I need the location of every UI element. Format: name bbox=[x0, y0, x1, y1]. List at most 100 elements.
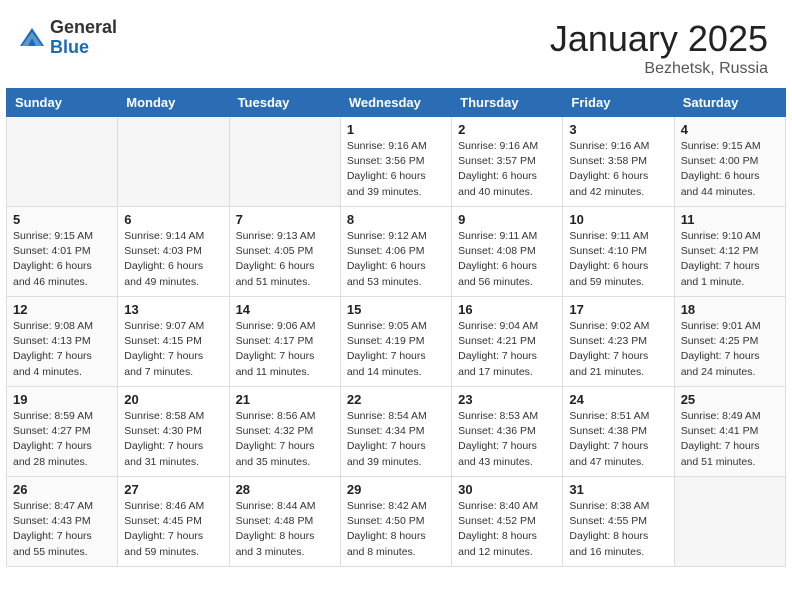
day-info: Sunrise: 9:10 AM Sunset: 4:12 PM Dayligh… bbox=[681, 229, 779, 290]
table-row: 29 Sunrise: 8:42 AM Sunset: 4:50 PM Dayli… bbox=[340, 477, 451, 567]
day-number: 14 bbox=[236, 302, 334, 317]
day-number: 7 bbox=[236, 212, 334, 227]
day-number: 22 bbox=[347, 392, 445, 407]
day-number: 21 bbox=[236, 392, 334, 407]
day-info: Sunrise: 9:16 AM Sunset: 3:57 PM Dayligh… bbox=[458, 139, 556, 200]
day-number: 12 bbox=[13, 302, 111, 317]
logo: General Blue bbox=[18, 18, 117, 58]
table-row bbox=[118, 117, 229, 207]
day-number: 18 bbox=[681, 302, 779, 317]
col-tuesday: Tuesday bbox=[229, 89, 340, 117]
table-row: 2 Sunrise: 9:16 AM Sunset: 3:57 PM Daylig… bbox=[452, 117, 563, 207]
logo-general-text: General bbox=[50, 18, 117, 38]
calendar-week-row: 26 Sunrise: 8:47 AM Sunset: 4:43 PM Dayli… bbox=[7, 477, 786, 567]
table-row: 10 Sunrise: 9:11 AM Sunset: 4:10 PM Dayli… bbox=[563, 207, 674, 297]
day-number: 5 bbox=[13, 212, 111, 227]
table-row: 31 Sunrise: 8:38 AM Sunset: 4:55 PM Dayli… bbox=[563, 477, 674, 567]
day-info: Sunrise: 8:47 AM Sunset: 4:43 PM Dayligh… bbox=[13, 499, 111, 560]
day-number: 29 bbox=[347, 482, 445, 497]
day-info: Sunrise: 9:15 AM Sunset: 4:01 PM Dayligh… bbox=[13, 229, 111, 290]
table-row: 4 Sunrise: 9:15 AM Sunset: 4:00 PM Daylig… bbox=[674, 117, 785, 207]
table-row: 14 Sunrise: 9:06 AM Sunset: 4:17 PM Dayli… bbox=[229, 297, 340, 387]
day-number: 1 bbox=[347, 122, 445, 137]
day-info: Sunrise: 9:16 AM Sunset: 3:56 PM Dayligh… bbox=[347, 139, 445, 200]
calendar-week-row: 1 Sunrise: 9:16 AM Sunset: 3:56 PM Daylig… bbox=[7, 117, 786, 207]
day-info: Sunrise: 9:11 AM Sunset: 4:10 PM Dayligh… bbox=[569, 229, 667, 290]
day-info: Sunrise: 9:11 AM Sunset: 4:08 PM Dayligh… bbox=[458, 229, 556, 290]
col-saturday: Saturday bbox=[674, 89, 785, 117]
day-info: Sunrise: 8:51 AM Sunset: 4:38 PM Dayligh… bbox=[569, 409, 667, 470]
day-number: 3 bbox=[569, 122, 667, 137]
page-header: General Blue January 2025 Bezhetsk, Russ… bbox=[0, 0, 792, 88]
day-number: 8 bbox=[347, 212, 445, 227]
table-row: 16Sunrise: 9:04 AM Sunset: 4:21 PM Dayli… bbox=[452, 297, 563, 387]
location-title: Bezhetsk, Russia bbox=[550, 60, 768, 78]
day-number: 2 bbox=[458, 122, 556, 137]
day-info: Sunrise: 9:14 AM Sunset: 4:03 PM Dayligh… bbox=[124, 229, 222, 290]
table-row: 22 Sunrise: 8:54 AM Sunset: 4:34 PM Dayli… bbox=[340, 387, 451, 477]
day-info: Sunrise: 9:07 AM Sunset: 4:15 PM Dayligh… bbox=[124, 319, 222, 380]
table-row bbox=[229, 117, 340, 207]
table-row: 5 Sunrise: 9:15 AM Sunset: 4:01 PM Daylig… bbox=[7, 207, 118, 297]
day-info: Sunrise: 9:15 AM Sunset: 4:00 PM Dayligh… bbox=[681, 139, 779, 200]
table-row: 17Sunrise: 9:02 AM Sunset: 4:23 PM Dayli… bbox=[563, 297, 674, 387]
table-row bbox=[674, 477, 785, 567]
day-number: 9 bbox=[458, 212, 556, 227]
logo-icon bbox=[18, 24, 46, 52]
day-info: Sunrise: 8:49 AM Sunset: 4:41 PM Dayligh… bbox=[681, 409, 779, 470]
day-number: 17 bbox=[569, 302, 667, 317]
day-info: Sunrise: 9:06 AM Sunset: 4:17 PM Dayligh… bbox=[236, 319, 334, 380]
table-row: 28Sunrise: 8:44 AM Sunset: 4:48 PM Dayli… bbox=[229, 477, 340, 567]
table-row: 24 Sunrise: 8:51 AM Sunset: 4:38 PM Dayli… bbox=[563, 387, 674, 477]
day-number: 27 bbox=[124, 482, 222, 497]
day-info: Sunrise: 8:40 AM Sunset: 4:52 PM Dayligh… bbox=[458, 499, 556, 560]
table-row: 18 Sunrise: 9:01 AM Sunset: 4:25 PM Dayli… bbox=[674, 297, 785, 387]
day-info: Sunrise: 9:05 AM Sunset: 4:19 PM Dayligh… bbox=[347, 319, 445, 380]
day-number: 31 bbox=[569, 482, 667, 497]
day-number: 15 bbox=[347, 302, 445, 317]
day-number: 20 bbox=[124, 392, 222, 407]
table-row: 30 Sunrise: 8:40 AM Sunset: 4:52 PM Dayli… bbox=[452, 477, 563, 567]
day-number: 19 bbox=[13, 392, 111, 407]
table-row: 20 Sunrise: 8:58 AM Sunset: 4:30 PM Dayli… bbox=[118, 387, 229, 477]
day-info: Sunrise: 9:01 AM Sunset: 4:25 PM Dayligh… bbox=[681, 319, 779, 380]
col-thursday: Thursday bbox=[452, 89, 563, 117]
day-info: Sunrise: 8:46 AM Sunset: 4:45 PM Dayligh… bbox=[124, 499, 222, 560]
table-row: 15 Sunrise: 9:05 AM Sunset: 4:19 PM Dayli… bbox=[340, 297, 451, 387]
day-number: 11 bbox=[681, 212, 779, 227]
day-info: Sunrise: 8:38 AM Sunset: 4:55 PM Dayligh… bbox=[569, 499, 667, 560]
day-info: Sunrise: 8:59 AM Sunset: 4:27 PM Dayligh… bbox=[13, 409, 111, 470]
table-row: 3Sunrise: 9:16 AM Sunset: 3:58 PM Daylig… bbox=[563, 117, 674, 207]
table-row: 12 Sunrise: 9:08 AM Sunset: 4:13 PM Dayli… bbox=[7, 297, 118, 387]
day-info: Sunrise: 9:12 AM Sunset: 4:06 PM Dayligh… bbox=[347, 229, 445, 290]
title-block: January 2025 Bezhetsk, Russia bbox=[550, 18, 768, 78]
table-row bbox=[7, 117, 118, 207]
table-row: 11 Sunrise: 9:10 AM Sunset: 4:12 PM Dayli… bbox=[674, 207, 785, 297]
day-number: 25 bbox=[681, 392, 779, 407]
logo-blue-text: Blue bbox=[50, 38, 117, 58]
day-number: 30 bbox=[458, 482, 556, 497]
day-info: Sunrise: 8:54 AM Sunset: 4:34 PM Dayligh… bbox=[347, 409, 445, 470]
day-info: Sunrise: 9:08 AM Sunset: 4:13 PM Dayligh… bbox=[13, 319, 111, 380]
calendar-table: Sunday Monday Tuesday Wednesday Thursday… bbox=[6, 88, 786, 567]
table-row: 23Sunrise: 8:53 AM Sunset: 4:36 PM Dayli… bbox=[452, 387, 563, 477]
calendar-week-row: 5 Sunrise: 9:15 AM Sunset: 4:01 PM Daylig… bbox=[7, 207, 786, 297]
table-row: 1 Sunrise: 9:16 AM Sunset: 3:56 PM Daylig… bbox=[340, 117, 451, 207]
day-info: Sunrise: 8:56 AM Sunset: 4:32 PM Dayligh… bbox=[236, 409, 334, 470]
day-info: Sunrise: 8:53 AM Sunset: 4:36 PM Dayligh… bbox=[458, 409, 556, 470]
calendar-wrapper: Sunday Monday Tuesday Wednesday Thursday… bbox=[0, 88, 792, 577]
day-number: 6 bbox=[124, 212, 222, 227]
table-row: 9 Sunrise: 9:11 AM Sunset: 4:08 PM Daylig… bbox=[452, 207, 563, 297]
table-row: 7Sunrise: 9:13 AM Sunset: 4:05 PM Daylig… bbox=[229, 207, 340, 297]
day-info: Sunrise: 8:58 AM Sunset: 4:30 PM Dayligh… bbox=[124, 409, 222, 470]
calendar-week-row: 19 Sunrise: 8:59 AM Sunset: 4:27 PM Dayli… bbox=[7, 387, 786, 477]
month-title: January 2025 bbox=[550, 18, 768, 60]
day-number: 10 bbox=[569, 212, 667, 227]
table-row: 8 Sunrise: 9:12 AM Sunset: 4:06 PM Daylig… bbox=[340, 207, 451, 297]
day-number: 26 bbox=[13, 482, 111, 497]
table-row: 6 Sunrise: 9:14 AM Sunset: 4:03 PM Daylig… bbox=[118, 207, 229, 297]
calendar-header-row: Sunday Monday Tuesday Wednesday Thursday… bbox=[7, 89, 786, 117]
day-number: 24 bbox=[569, 392, 667, 407]
day-info: Sunrise: 8:42 AM Sunset: 4:50 PM Dayligh… bbox=[347, 499, 445, 560]
day-number: 4 bbox=[681, 122, 779, 137]
